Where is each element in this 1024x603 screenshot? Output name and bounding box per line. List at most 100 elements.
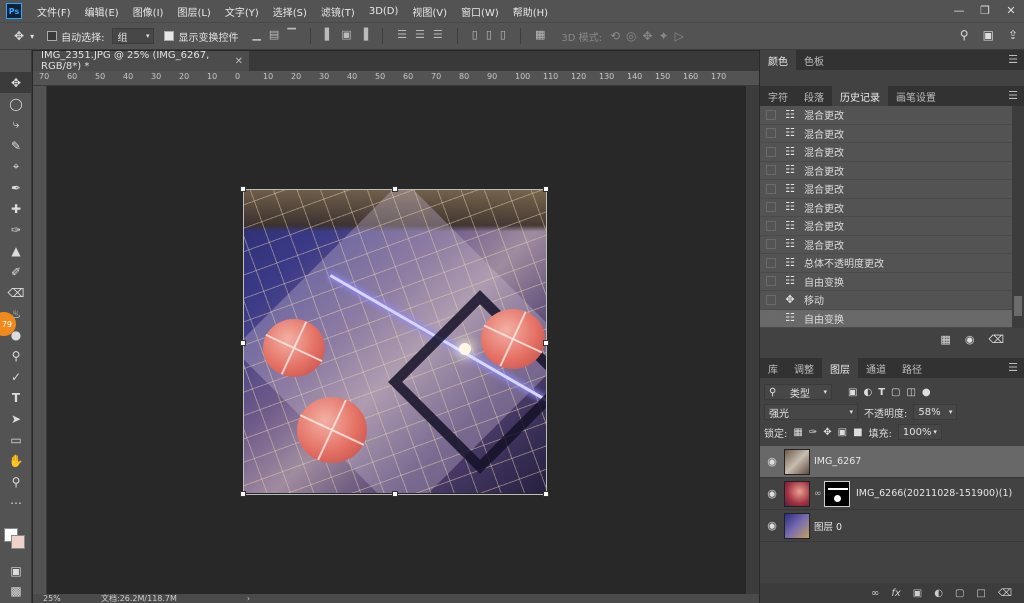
panel-menu-icon[interactable]: ☰ — [1008, 53, 1018, 66]
layer-row[interactable]: ◉ ∞ IMG_6266(20211028-151900)(1) — [760, 478, 1024, 510]
transform-handle[interactable] — [392, 491, 398, 497]
canvas-area[interactable] — [47, 86, 746, 594]
adjustment-filter-icon[interactable]: ◐ — [863, 387, 872, 398]
tab-adjustments[interactable]: 调整 — [786, 358, 822, 378]
menu-window[interactable]: 窗口(W) — [454, 4, 506, 19]
type-tool-icon[interactable]: T — [0, 387, 32, 408]
history-state[interactable]: ☷ 自由变换 — [760, 273, 1024, 291]
background-color-swatch[interactable] — [11, 535, 25, 549]
menu-help[interactable]: 帮助(H) — [506, 4, 555, 19]
new-group-icon[interactable]: ▢ — [955, 588, 964, 599]
rectangle-tool-icon[interactable]: ▭ — [0, 429, 32, 450]
menu-3d[interactable]: 3D(D) — [362, 6, 406, 17]
transform-handle[interactable] — [543, 186, 549, 192]
shape-filter-icon[interactable]: ▢ — [891, 387, 900, 398]
transform-bounding-box[interactable] — [240, 186, 549, 497]
quick-mask-icon[interactable]: ▣ — [0, 560, 32, 581]
snapshot-camera-icon[interactable]: ◉ — [965, 333, 975, 346]
menu-filter[interactable]: 滤镜(T) — [314, 4, 362, 19]
distribute-top-icon[interactable]: ☰ — [397, 28, 407, 44]
minimize-icon[interactable]: — — [946, 0, 972, 20]
history-state[interactable]: ☷ 混合更改 — [760, 162, 1024, 180]
dodge-tool-icon[interactable]: ⚲ — [0, 345, 32, 366]
quick-select-tool-icon[interactable]: ✎ — [0, 135, 32, 156]
history-state[interactable]: ☷ 混合更改 — [760, 143, 1024, 162]
lasso-tool-icon[interactable]: ⤷ — [0, 114, 32, 135]
canvas-scrollbar[interactable] — [746, 86, 759, 594]
tab-character[interactable]: 字符 — [760, 86, 796, 106]
tab-libraries[interactable]: 库 — [760, 358, 786, 378]
history-state[interactable]: ☷ 混合更改 — [760, 125, 1024, 143]
close-icon[interactable]: ✕ — [998, 0, 1024, 20]
3d-roll-icon[interactable]: ◎ — [626, 29, 636, 43]
zoom-level[interactable]: 25% — [33, 594, 93, 603]
align-right-icon[interactable]: ▐ — [360, 28, 368, 44]
trash-icon[interactable]: ⌫ — [988, 333, 1004, 346]
transform-handle[interactable] — [240, 340, 246, 346]
history-state[interactable]: ☷ 混合更改 — [760, 199, 1024, 217]
workspace-icon[interactable]: ▣ — [983, 28, 994, 42]
auto-select-dropdown[interactable]: 组 ▾ — [112, 28, 155, 44]
crop-tool-icon[interactable]: ⌖ — [0, 156, 32, 177]
chevron-right-icon[interactable]: › — [247, 594, 250, 603]
history-source-checkbox[interactable] — [766, 128, 776, 139]
history-source-checkbox[interactable] — [766, 257, 776, 268]
filter-toggle-icon[interactable]: ● — [922, 387, 931, 398]
distribute-hcenter-icon[interactable]: ▯ — [486, 28, 492, 44]
menu-view[interactable]: 视图(V) — [405, 4, 454, 19]
move-tool-icon[interactable]: ✥ — [0, 72, 32, 93]
tab-color[interactable]: 颜色 — [760, 50, 796, 70]
menu-select[interactable]: 选择(S) — [266, 4, 314, 19]
tab-channels[interactable]: 通道 — [858, 358, 894, 378]
lock-transparent-icon[interactable]: ▦ — [793, 427, 802, 438]
blend-mode-dropdown[interactable]: 强光 ▾ — [764, 404, 858, 420]
close-icon[interactable]: ✕ — [235, 56, 243, 67]
zoom-tool-icon[interactable]: ⚲ — [0, 471, 32, 492]
history-source-checkbox[interactable] — [766, 202, 776, 213]
history-state[interactable]: ☷ 混合更改 — [760, 236, 1024, 254]
menu-layer[interactable]: 图层(L) — [170, 4, 217, 19]
distribute-left-icon[interactable]: ▯ — [472, 28, 478, 44]
search-icon[interactable]: ⚲ — [960, 28, 969, 42]
menu-type[interactable]: 文字(Y) — [218, 4, 266, 19]
auto-select-checkbox[interactable] — [47, 31, 58, 41]
layer-filter-dropdown[interactable]: ⚲ 类型 ▾ — [764, 384, 832, 400]
fill-field[interactable]: 100% ▾ — [897, 424, 942, 440]
layer-row[interactable]: ◉ IMG_6267 — [760, 446, 1024, 478]
history-state[interactable]: ☷ 混合更改 — [760, 217, 1024, 236]
show-transform-checkbox[interactable] — [164, 31, 175, 41]
type-filter-icon[interactable]: T — [878, 387, 885, 398]
screen-mode-icon[interactable]: ▩ — [0, 580, 32, 601]
distribute-bottom-icon[interactable]: ☰ — [433, 28, 443, 44]
align-vcenter-icon[interactable]: ▤ — [269, 28, 279, 44]
history-source-checkbox[interactable] — [766, 313, 776, 324]
lock-all-icon[interactable]: ■ — [853, 427, 862, 438]
lock-position-icon[interactable]: ✥ — [823, 427, 831, 438]
eye-icon[interactable]: ◉ — [760, 519, 784, 532]
path-select-tool-icon[interactable]: ➤ — [0, 408, 32, 429]
3d-rotate-icon[interactable]: ⟲ — [610, 29, 620, 43]
history-state[interactable]: ✥ 移动 — [760, 291, 1024, 310]
history-source-checkbox[interactable] — [766, 239, 776, 250]
history-state[interactable]: ☷ 总体不透明度更改 — [760, 254, 1024, 273]
distribute-right-icon[interactable]: ▯ — [500, 28, 506, 44]
history-scrollbar[interactable] — [1012, 106, 1024, 328]
more-tools-icon[interactable]: ⋯ — [0, 492, 32, 513]
transform-handle[interactable] — [240, 186, 246, 192]
healing-brush-tool-icon[interactable]: ✚ — [0, 198, 32, 219]
history-state[interactable]: ☷ 混合更改 — [760, 106, 1024, 125]
tab-paragraph[interactable]: 段落 — [796, 86, 832, 106]
menu-edit[interactable]: 编辑(E) — [78, 4, 126, 19]
panel-menu-icon[interactable]: ☰ — [1008, 361, 1018, 374]
document-tab[interactable]: IMG_2351.JPG @ 25% (IMG_6267, RGB/8*) * … — [33, 50, 249, 72]
adjustment-layer-icon[interactable]: ◐ — [934, 588, 943, 599]
eye-icon[interactable]: ◉ — [760, 487, 784, 500]
3d-pan-icon[interactable]: ✥ — [643, 29, 653, 43]
transform-handle[interactable] — [543, 491, 549, 497]
trash-icon[interactable]: ⌫ — [998, 588, 1012, 599]
history-source-checkbox[interactable] — [766, 146, 776, 157]
eyedropper-tool-icon[interactable]: ✒ — [0, 177, 32, 198]
eye-icon[interactable]: ◉ — [760, 455, 784, 468]
align-left-icon[interactable]: ▌ — [325, 28, 333, 44]
3d-slide-icon[interactable]: ✦ — [659, 29, 669, 43]
